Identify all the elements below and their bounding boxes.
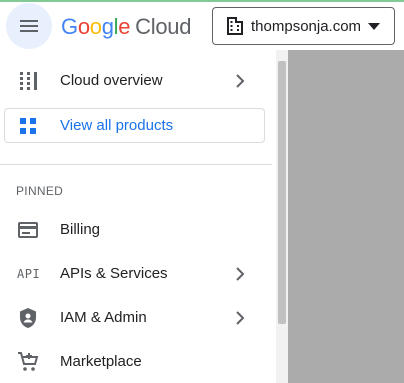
- shopping-cart-icon: [18, 352, 39, 371]
- logo-letter: o: [77, 14, 90, 39]
- nav-item-marketplace[interactable]: Marketplace: [0, 340, 276, 383]
- caret-down-icon: [368, 23, 380, 30]
- page-scrim-overlay[interactable]: [288, 50, 404, 383]
- logo-letter: G: [61, 14, 78, 39]
- nav-item-iam-admin[interactable]: IAM & Admin: [0, 296, 276, 340]
- pinned-section-heading: PINNED: [16, 184, 64, 198]
- chevron-right-icon: [236, 267, 245, 281]
- view-all-products-label: View all products: [60, 117, 174, 134]
- nav-item-apis-services[interactable]: API APIs & Services: [0, 252, 276, 296]
- top-header: Google Cloud thompsonja.com: [0, 2, 404, 50]
- nav-item-label: Marketplace: [60, 353, 142, 370]
- nav-scrollbar-thumb[interactable]: [278, 61, 286, 324]
- building-icon: [227, 17, 243, 35]
- billing-card-icon: [18, 222, 38, 238]
- section-divider: [0, 164, 272, 165]
- nav-item-cloud-overview[interactable]: Cloud overview: [0, 59, 276, 103]
- google-cloud-logo[interactable]: Google Cloud: [61, 15, 191, 39]
- chevron-right-icon: [236, 311, 245, 325]
- main-menu-button[interactable]: [6, 3, 52, 49]
- api-text-icon: API: [17, 267, 41, 281]
- navigation-panel: Cloud overview View all products PINNED …: [0, 50, 288, 383]
- logo-product-name: Cloud: [135, 14, 192, 39]
- organization-selector-button[interactable]: thompsonja.com: [212, 7, 395, 45]
- nav-item-label: APIs & Services: [60, 265, 168, 282]
- logo-letter: o: [89, 14, 102, 39]
- organization-name: thompsonja.com: [251, 18, 362, 35]
- nav-item-billing[interactable]: Billing: [0, 208, 276, 252]
- shield-person-icon: [20, 308, 36, 328]
- chevron-right-icon: [236, 74, 245, 88]
- dashboard-icon: [20, 72, 37, 90]
- nav-item-label: IAM & Admin: [60, 309, 147, 326]
- nav-item-label: Billing: [60, 221, 101, 238]
- logo-letter: g: [101, 14, 114, 39]
- view-all-products-button[interactable]: View all products: [4, 108, 265, 143]
- hamburger-menu-icon: [20, 20, 38, 32]
- logo-letter: e: [118, 14, 131, 39]
- nav-item-label: Cloud overview: [60, 72, 163, 89]
- apps-grid-icon: [20, 118, 36, 134]
